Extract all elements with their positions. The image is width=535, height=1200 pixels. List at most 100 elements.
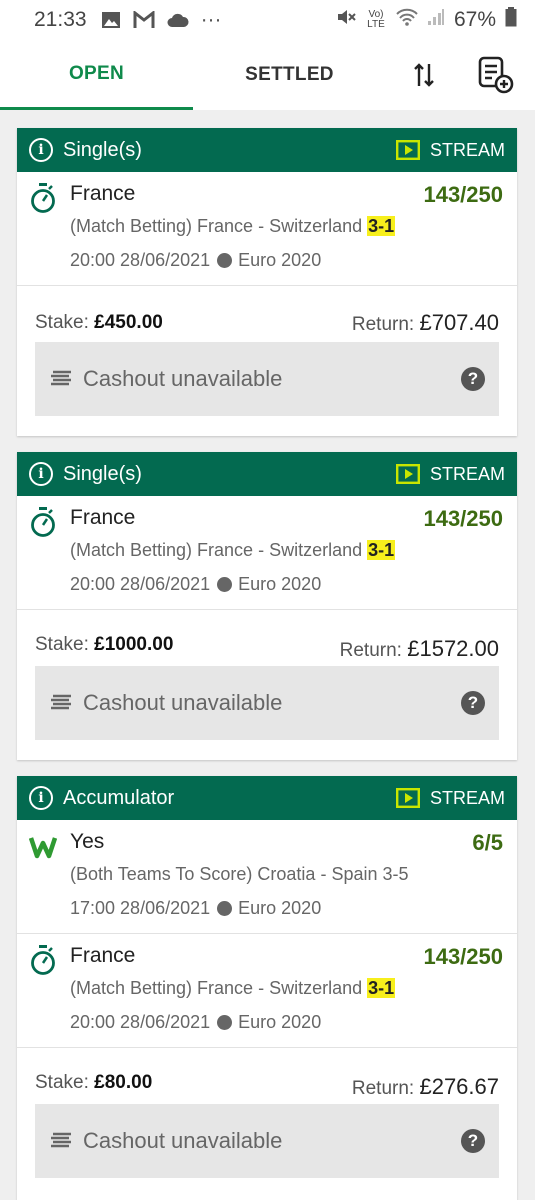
selection-odds: 143/250 xyxy=(423,944,503,969)
score-highlight: 3-1 xyxy=(367,216,396,236)
info-icon[interactable]: i xyxy=(29,462,53,486)
market-description: (Match Betting) France - Switzerland 3-1 xyxy=(70,978,396,998)
return: Return: £276.67 xyxy=(351,1074,499,1099)
competition-name: Euro 2020 xyxy=(238,574,322,594)
market-description: (Match Betting) France - Switzerland 3-1 xyxy=(70,216,396,236)
stream-button[interactable]: STREAM xyxy=(395,139,505,161)
signal-icon xyxy=(427,8,445,32)
cashout-button[interactable]: Cashout unavailable ? xyxy=(35,342,499,416)
info-icon[interactable]: i xyxy=(29,138,53,162)
bet-card-header: i Single(s) STREAM xyxy=(17,128,517,172)
selection-row: Yes 6/5 (Both Teams To Score) Croatia - … xyxy=(17,820,517,934)
bet-tabs: OPEN SETTLED xyxy=(0,40,535,110)
help-icon[interactable]: ? xyxy=(461,367,485,391)
bet-card[interactable]: i Accumulator STREAM Yes 6/5 (Both Teams… xyxy=(17,776,517,1200)
selection-name: France xyxy=(70,944,136,967)
separator-dot-icon xyxy=(217,253,233,268)
selection-row: France 143/250 (Match Betting) France - … xyxy=(17,496,517,610)
help-icon[interactable]: ? xyxy=(461,691,485,715)
sort-icon[interactable] xyxy=(403,54,445,96)
return-value: £276.67 xyxy=(419,1074,499,1099)
separator-dot-icon xyxy=(217,1015,233,1030)
gmail-icon xyxy=(133,11,155,29)
bet-footer: Stake: £1000.00 Return: £1572.00 Cashout… xyxy=(17,610,517,760)
return-value: £707.40 xyxy=(419,310,499,335)
selection-name: Yes xyxy=(70,830,105,853)
event-time: 20:00 28/06/2021 xyxy=(70,1012,211,1032)
return: Return: £707.40 xyxy=(351,310,499,335)
cash-stack-icon xyxy=(51,1132,71,1148)
return-value: £1572.00 xyxy=(407,636,499,661)
stake-value: £450.00 xyxy=(94,312,163,333)
tab-settled[interactable]: SETTLED xyxy=(193,40,386,110)
stream-button[interactable]: STREAM xyxy=(395,463,505,485)
competition-name: Euro 2020 xyxy=(238,250,322,270)
event-meta: 20:00 28/06/2021 Euro 2020 xyxy=(70,1012,321,1033)
selection-row: France 143/250 (Match Betting) France - … xyxy=(17,172,517,286)
return: Return: £1572.00 xyxy=(339,636,499,661)
stopwatch-icon xyxy=(31,945,55,975)
stream-button[interactable]: STREAM xyxy=(395,787,505,809)
stream-play-icon xyxy=(395,464,420,484)
bet-card-header: i Accumulator STREAM xyxy=(17,776,517,820)
more-notifications-icon: ··· xyxy=(200,8,222,31)
bet-type-title: Accumulator xyxy=(63,786,175,809)
competition-name: Euro 2020 xyxy=(238,898,322,918)
cashout-label: Cashout unavailable xyxy=(83,1128,283,1153)
bet-footer: Stake: £80.00 Return: £276.67 Cashout un… xyxy=(17,1048,517,1198)
stake: Stake: £450.00 xyxy=(35,312,163,333)
event-time: 20:00 28/06/2021 xyxy=(70,574,211,594)
market-description: (Both Teams To Score) Croatia - Spain 3-… xyxy=(70,864,409,884)
stake-value: £1000.00 xyxy=(94,634,174,655)
battery-percent: 67% xyxy=(453,8,496,31)
help-icon[interactable]: ? xyxy=(461,1129,485,1153)
separator-dot-icon xyxy=(217,577,233,592)
battery-icon xyxy=(505,7,517,33)
win-w-icon xyxy=(29,837,57,859)
selection-odds: 6/5 xyxy=(472,830,503,855)
stake: Stake: £1000.00 xyxy=(35,634,174,655)
stream-label: STREAM xyxy=(429,463,505,484)
stopwatch-icon xyxy=(31,507,55,537)
cashout-label: Cashout unavailable xyxy=(83,366,283,391)
score-highlight: 3-1 xyxy=(367,978,396,998)
info-icon[interactable]: i xyxy=(29,786,53,810)
bet-card[interactable]: i Single(s) STREAM France 143/250 (Match… xyxy=(17,452,517,760)
stream-label: STREAM xyxy=(429,139,505,160)
volte-icon: Vo) LTE xyxy=(367,9,385,30)
bet-card-header: i Single(s) STREAM xyxy=(17,452,517,496)
selection-odds: 143/250 xyxy=(423,506,503,531)
bet-type-title: Single(s) xyxy=(63,462,142,485)
stream-label: STREAM xyxy=(429,787,505,808)
competition-name: Euro 2020 xyxy=(238,1012,322,1032)
status-time: 21:33 xyxy=(34,8,87,31)
bet-footer: Stake: £450.00 Return: £707.40 Cashout u… xyxy=(17,286,517,436)
event-meta: 20:00 28/06/2021 Euro 2020 xyxy=(70,250,321,271)
gallery-icon xyxy=(101,11,121,29)
score-highlight: 3-1 xyxy=(367,540,396,560)
stopwatch-icon xyxy=(31,183,55,213)
bet-card[interactable]: i Single(s) STREAM France 143/250 (Match… xyxy=(17,128,517,436)
separator-dot-icon xyxy=(217,901,233,916)
selection-name: France xyxy=(70,182,136,205)
add-betslip-icon[interactable] xyxy=(474,54,516,96)
cash-stack-icon xyxy=(51,370,71,386)
event-meta: 20:00 28/06/2021 Euro 2020 xyxy=(70,574,321,595)
bet-type-title: Single(s) xyxy=(63,138,142,161)
market-description: (Match Betting) France - Switzerland 3-1 xyxy=(70,540,396,560)
stream-play-icon xyxy=(395,788,420,808)
cashout-button[interactable]: Cashout unavailable ? xyxy=(35,1104,499,1178)
stake: Stake: £80.00 xyxy=(35,1072,153,1093)
event-meta: 17:00 28/06/2021 Euro 2020 xyxy=(70,898,321,919)
status-bar: 21:33 ··· Vo) LTE 67% xyxy=(0,0,535,40)
selection-name: France xyxy=(70,506,136,529)
cashout-button[interactable]: Cashout unavailable ? xyxy=(35,666,499,740)
cloud-icon xyxy=(167,12,189,28)
cash-stack-icon xyxy=(51,694,71,710)
tab-open[interactable]: OPEN xyxy=(0,40,193,110)
wifi-icon xyxy=(396,8,418,32)
stream-play-icon xyxy=(395,140,420,160)
cashout-label: Cashout unavailable xyxy=(83,690,283,715)
mute-icon xyxy=(336,7,356,33)
selection-row: France 143/250 (Match Betting) France - … xyxy=(17,934,517,1048)
